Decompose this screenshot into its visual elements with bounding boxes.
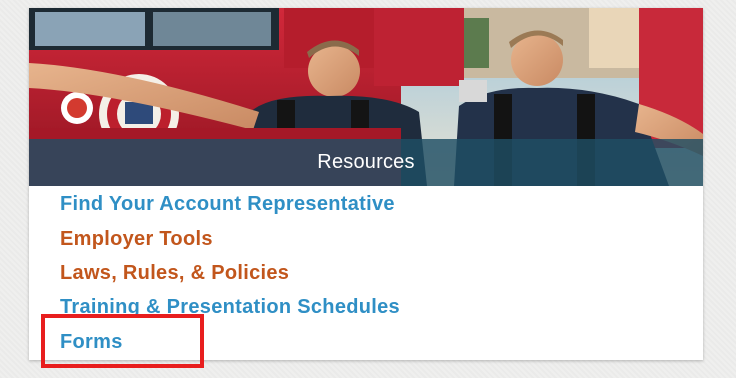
resources-card: Resources Find Your Account Representati… [29, 8, 703, 360]
hero-image: Resources [29, 8, 703, 186]
card-title: Resources [317, 151, 415, 173]
link-find-account-representative[interactable]: Find Your Account Representative [60, 193, 395, 216]
link-laws-rules-policies[interactable]: Laws, Rules, & Policies [60, 262, 289, 285]
hero-title-banner: Resources [29, 139, 703, 186]
link-employer-tools[interactable]: Employer Tools [60, 228, 213, 251]
forms-highlight-box [41, 314, 204, 368]
